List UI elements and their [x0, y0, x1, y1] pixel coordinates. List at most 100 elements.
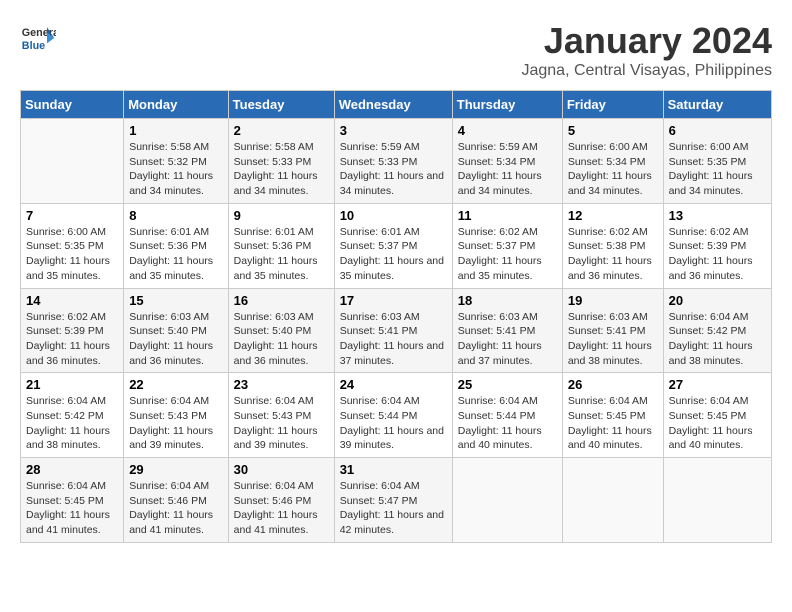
- day-info: Sunrise: 6:04 AMSunset: 5:45 PMDaylight:…: [26, 479, 118, 538]
- day-info: Sunrise: 6:03 AMSunset: 5:40 PMDaylight:…: [129, 310, 222, 369]
- weekday-header-tuesday: Tuesday: [228, 91, 334, 119]
- day-number: 2: [234, 123, 329, 138]
- day-number: 31: [340, 462, 447, 477]
- calendar-cell: 18Sunrise: 6:03 AMSunset: 5:41 PMDayligh…: [452, 288, 562, 373]
- weekday-header-saturday: Saturday: [663, 91, 771, 119]
- calendar-cell: 14 Sunrise: 6:02 AMSunset: 5:39 PMDayligh…: [21, 288, 124, 373]
- calendar-cell: 12 Sunrise: 6:02 AMSunset: 5:38 PMDayligh…: [562, 203, 663, 288]
- logo: General Blue: [20, 20, 60, 56]
- day-info: Sunrise: 5:59 AMSunset: 5:34 PMDaylight:…: [458, 140, 557, 199]
- day-number: 7: [26, 208, 118, 223]
- calendar-cell: 8 Sunrise: 6:01 AMSunset: 5:36 PMDaylight…: [124, 203, 228, 288]
- location-title: Jagna, Central Visayas, Philippines: [521, 62, 772, 80]
- day-number: 5: [568, 123, 658, 138]
- calendar-cell: 22 Sunrise: 6:04 AMSunset: 5:43 PMDayligh…: [124, 373, 228, 458]
- day-info: Sunrise: 6:04 AMSunset: 5:46 PMDaylight:…: [234, 479, 329, 538]
- day-number: 21: [26, 377, 118, 392]
- calendar-week-row: 21 Sunrise: 6:04 AMSunset: 5:42 PMDayligh…: [21, 373, 772, 458]
- calendar-cell: 9Sunrise: 6:01 AMSunset: 5:36 PMDaylight…: [228, 203, 334, 288]
- calendar-cell: 20 Sunrise: 6:04 AMSunset: 5:42 PMDayligh…: [663, 288, 771, 373]
- day-number: 6: [669, 123, 766, 138]
- calendar-cell: 24 Sunrise: 6:04 AMSunset: 5:44 PMDayligh…: [334, 373, 452, 458]
- day-info: Sunrise: 6:01 AMSunset: 5:36 PMDaylight:…: [234, 225, 329, 284]
- calendar-week-row: 14 Sunrise: 6:02 AMSunset: 5:39 PMDayligh…: [21, 288, 772, 373]
- day-info: Sunrise: 6:03 AMSunset: 5:41 PMDaylight:…: [340, 310, 447, 369]
- calendar-cell: 29 Sunrise: 6:04 AMSunset: 5:46 PMDayligh…: [124, 458, 228, 543]
- day-info: Sunrise: 6:04 AMSunset: 5:43 PMDaylight:…: [129, 394, 222, 453]
- calendar-cell: 21 Sunrise: 6:04 AMSunset: 5:42 PMDayligh…: [21, 373, 124, 458]
- day-number: 20: [669, 293, 766, 308]
- day-number: 11: [458, 208, 557, 223]
- calendar-cell: 10 Sunrise: 6:01 AMSunset: 5:37 PMDayligh…: [334, 203, 452, 288]
- calendar-cell: 13 Sunrise: 6:02 AMSunset: 5:39 PMDayligh…: [663, 203, 771, 288]
- day-info: Sunrise: 6:04 AMSunset: 5:42 PMDaylight:…: [669, 310, 766, 369]
- day-number: 8: [129, 208, 222, 223]
- day-info: Sunrise: 6:00 AMSunset: 5:35 PMDaylight:…: [26, 225, 118, 284]
- calendar-cell: 17 Sunrise: 6:03 AMSunset: 5:41 PMDayligh…: [334, 288, 452, 373]
- day-info: Sunrise: 6:04 AMSunset: 5:45 PMDaylight:…: [568, 394, 658, 453]
- day-number: 3: [340, 123, 447, 138]
- day-info: Sunrise: 6:02 AMSunset: 5:39 PMDaylight:…: [26, 310, 118, 369]
- day-number: 10: [340, 208, 447, 223]
- calendar-cell: 3 Sunrise: 5:59 AMSunset: 5:33 PMDaylight…: [334, 119, 452, 204]
- calendar-cell: 19Sunrise: 6:03 AMSunset: 5:41 PMDayligh…: [562, 288, 663, 373]
- day-info: Sunrise: 6:04 AMSunset: 5:44 PMDaylight:…: [458, 394, 557, 453]
- day-info: Sunrise: 6:00 AMSunset: 5:35 PMDaylight:…: [669, 140, 766, 199]
- weekday-header-friday: Friday: [562, 91, 663, 119]
- calendar-cell: 5 Sunrise: 6:00 AMSunset: 5:34 PMDaylight…: [562, 119, 663, 204]
- weekday-header-thursday: Thursday: [452, 91, 562, 119]
- calendar-week-row: 28Sunrise: 6:04 AMSunset: 5:45 PMDayligh…: [21, 458, 772, 543]
- day-number: 13: [669, 208, 766, 223]
- day-number: 24: [340, 377, 447, 392]
- calendar-cell: [21, 119, 124, 204]
- calendar-cell: 26 Sunrise: 6:04 AMSunset: 5:45 PMDayligh…: [562, 373, 663, 458]
- day-info: Sunrise: 5:58 AMSunset: 5:33 PMDaylight:…: [234, 140, 329, 199]
- calendar-week-row: 7 Sunrise: 6:00 AMSunset: 5:35 PMDaylight…: [21, 203, 772, 288]
- calendar-week-row: 1Sunrise: 5:58 AMSunset: 5:32 PMDaylight…: [21, 119, 772, 204]
- calendar-cell: 30Sunrise: 6:04 AMSunset: 5:46 PMDayligh…: [228, 458, 334, 543]
- day-info: Sunrise: 6:03 AMSunset: 5:41 PMDaylight:…: [568, 310, 658, 369]
- day-info: Sunrise: 5:59 AMSunset: 5:33 PMDaylight:…: [340, 140, 447, 199]
- day-number: 29: [129, 462, 222, 477]
- day-number: 26: [568, 377, 658, 392]
- day-number: 22: [129, 377, 222, 392]
- calendar-cell: 15 Sunrise: 6:03 AMSunset: 5:40 PMDayligh…: [124, 288, 228, 373]
- day-number: 17: [340, 293, 447, 308]
- day-info: Sunrise: 6:00 AMSunset: 5:34 PMDaylight:…: [568, 140, 658, 199]
- day-info: Sunrise: 6:02 AMSunset: 5:38 PMDaylight:…: [568, 225, 658, 284]
- day-info: Sunrise: 6:04 AMSunset: 5:45 PMDaylight:…: [669, 394, 766, 453]
- day-number: 12: [568, 208, 658, 223]
- day-number: 15: [129, 293, 222, 308]
- calendar-cell: 28Sunrise: 6:04 AMSunset: 5:45 PMDayligh…: [21, 458, 124, 543]
- day-number: 27: [669, 377, 766, 392]
- day-info: Sunrise: 6:03 AMSunset: 5:41 PMDaylight:…: [458, 310, 557, 369]
- day-info: Sunrise: 6:04 AMSunset: 5:43 PMDaylight:…: [234, 394, 329, 453]
- day-info: Sunrise: 6:04 AMSunset: 5:44 PMDaylight:…: [340, 394, 447, 453]
- day-number: 25: [458, 377, 557, 392]
- day-info: Sunrise: 6:02 AMSunset: 5:39 PMDaylight:…: [669, 225, 766, 284]
- day-info: Sunrise: 6:03 AMSunset: 5:40 PMDaylight:…: [234, 310, 329, 369]
- day-info: Sunrise: 6:01 AMSunset: 5:37 PMDaylight:…: [340, 225, 447, 284]
- calendar-cell: [663, 458, 771, 543]
- calendar-cell: 2 Sunrise: 5:58 AMSunset: 5:33 PMDaylight…: [228, 119, 334, 204]
- day-number: 14: [26, 293, 118, 308]
- day-number: 16: [234, 293, 329, 308]
- weekday-header-row: SundayMondayTuesdayWednesdayThursdayFrid…: [21, 91, 772, 119]
- weekday-header-wednesday: Wednesday: [334, 91, 452, 119]
- calendar-cell: 16 Sunrise: 6:03 AMSunset: 5:40 PMDayligh…: [228, 288, 334, 373]
- logo-icon: General Blue: [20, 20, 56, 56]
- calendar-cell: 1Sunrise: 5:58 AMSunset: 5:32 PMDaylight…: [124, 119, 228, 204]
- month-title: January 2024: [521, 20, 772, 62]
- day-info: Sunrise: 6:02 AMSunset: 5:37 PMDaylight:…: [458, 225, 557, 284]
- calendar-cell: 23 Sunrise: 6:04 AMSunset: 5:43 PMDayligh…: [228, 373, 334, 458]
- calendar-table: SundayMondayTuesdayWednesdayThursdayFrid…: [20, 90, 772, 543]
- day-info: Sunrise: 6:04 AMSunset: 5:42 PMDaylight:…: [26, 394, 118, 453]
- title-section: January 2024 Jagna, Central Visayas, Phi…: [521, 20, 772, 80]
- calendar-cell: 7 Sunrise: 6:00 AMSunset: 5:35 PMDaylight…: [21, 203, 124, 288]
- day-info: Sunrise: 6:01 AMSunset: 5:36 PMDaylight:…: [129, 225, 222, 284]
- calendar-cell: [562, 458, 663, 543]
- calendar-cell: 31Sunrise: 6:04 AMSunset: 5:47 PMDayligh…: [334, 458, 452, 543]
- calendar-cell: 25 Sunrise: 6:04 AMSunset: 5:44 PMDayligh…: [452, 373, 562, 458]
- day-number: 23: [234, 377, 329, 392]
- day-info: Sunrise: 6:04 AMSunset: 5:46 PMDaylight:…: [129, 479, 222, 538]
